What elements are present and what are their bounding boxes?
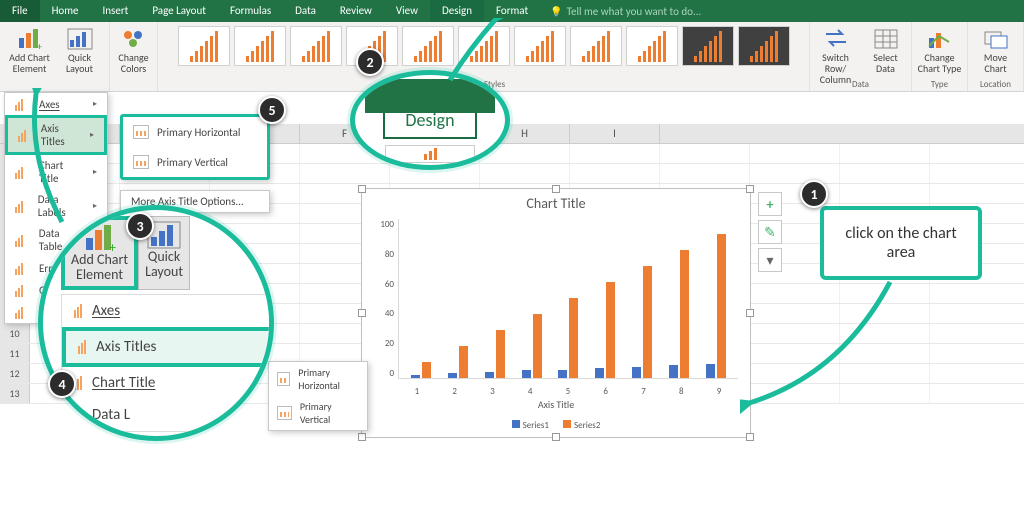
zoom-menu-data-l: Data L — [62, 399, 274, 431]
chart-style-thumb[interactable] — [178, 26, 230, 66]
axis-h-icon — [133, 125, 149, 139]
chart-styles-brush[interactable]: ✎ — [758, 220, 782, 244]
callout-design-tab: Design — [350, 70, 510, 170]
callout-add-element-zoom: + Add Chart Element Quick Layout Axes▸ A… — [38, 205, 274, 441]
type-group-label: Type — [912, 79, 967, 90]
tell-me[interactable]: Tell me what you want to do... — [540, 5, 701, 18]
grid-icon — [873, 28, 899, 50]
x-axis: 123456789 — [398, 386, 738, 397]
chart-title[interactable]: Chart Title — [362, 195, 750, 212]
quick-layout-button[interactable]: Quick Layout — [55, 24, 105, 74]
chart-style-thumb[interactable] — [234, 26, 286, 66]
y-axis: 100806040200 — [370, 219, 394, 379]
chart-type-icon — [927, 28, 953, 50]
ribbon-tabs: File Home Insert Page Layout Formulas Da… — [0, 0, 1024, 22]
callout-note: click on the chart area — [820, 206, 982, 280]
zoom-menu-axis-titles: Axis Titles▸ — [62, 327, 274, 367]
badge-4: 4 — [48, 370, 76, 398]
chart-style-thumb[interactable] — [682, 26, 734, 66]
layout-icon — [67, 28, 93, 50]
tab-design[interactable]: Design — [430, 0, 484, 22]
palette-icon — [121, 28, 147, 50]
location-group-label: Location — [968, 79, 1023, 90]
primary-vertical[interactable]: Primary Vertical — [123, 147, 267, 177]
menu-axis-titles[interactable]: Axis Titles▸ — [5, 115, 107, 155]
select-data-button[interactable]: Select Data — [861, 24, 911, 85]
column-chart-icon: + — [17, 28, 43, 50]
axis-v-icon — [133, 155, 149, 169]
tab-file[interactable]: File — [0, 0, 40, 22]
plot-area[interactable] — [398, 219, 738, 379]
add-chart-element-button[interactable]: + Add Chart Element — [5, 24, 55, 74]
error-bars-icon — [15, 261, 31, 275]
chart-style-thumb[interactable] — [290, 26, 342, 66]
badge-1: 1 — [800, 180, 828, 208]
legend-icon — [15, 305, 31, 319]
switch-row-column-button[interactable]: Switch Row/ Column — [811, 24, 861, 85]
tab-insert[interactable]: Insert — [91, 0, 141, 22]
zoom-menu-axes: Axes▸ — [62, 295, 274, 327]
x-axis-title[interactable]: Axis Title — [362, 398, 750, 411]
tab-data[interactable]: Data — [283, 0, 328, 22]
data-group-label: Data — [810, 79, 911, 90]
badge-3: 3 — [126, 212, 154, 240]
chart-styles-gallery[interactable] — [176, 23, 792, 69]
chart-style-thumb[interactable] — [458, 26, 510, 66]
data-labels-icon — [15, 199, 30, 213]
chart-side-buttons: + ✎ ▾ — [758, 192, 782, 272]
badge-2: 2 — [356, 48, 384, 76]
chart-filter[interactable]: ▾ — [758, 248, 782, 272]
badge-5: 5 — [258, 96, 286, 124]
tab-format[interactable]: Format — [484, 0, 540, 22]
ribbon: + Add Chart Element Quick Layout Change … — [0, 22, 1024, 92]
zoom-menu-chart-title: Chart Title▸ — [62, 367, 274, 399]
tab-page-layout[interactable]: Page Layout — [140, 0, 218, 22]
chart-style-thumb[interactable] — [514, 26, 566, 66]
chart-style-thumb[interactable] — [626, 26, 678, 66]
change-colors-button[interactable]: Change Colors — [109, 24, 159, 74]
gridlines-icon — [15, 283, 31, 297]
change-chart-type-button[interactable]: Change Chart Type — [915, 24, 965, 74]
chart-style-thumb[interactable] — [402, 26, 454, 66]
tab-review[interactable]: Review — [328, 0, 384, 22]
axis-titles-submenu[interactable]: Primary Horizontal Primary Vertical — [120, 114, 270, 180]
legend[interactable]: Series1 Series2 — [362, 420, 750, 431]
chart-elements-plus[interactable]: + — [758, 192, 782, 216]
axis-titles-icon — [18, 128, 33, 142]
chart-style-thumb[interactable] — [738, 26, 790, 66]
chart-title-icon — [15, 165, 31, 179]
menu-chart-title[interactable]: Chart Title▸ — [5, 155, 107, 189]
switch-icon — [823, 28, 849, 50]
move-icon — [983, 28, 1009, 50]
axis-titles-submenu-mini: Primary Horizontal Primary Vertical — [268, 361, 368, 431]
tab-formulas[interactable]: Formulas — [218, 0, 283, 22]
menu-axes[interactable]: Axes▸ — [5, 93, 107, 115]
tab-home[interactable]: Home — [40, 0, 91, 22]
chart[interactable]: Chart Title 100806040200 123456789 Axis … — [361, 188, 751, 438]
move-chart-button[interactable]: Move Chart — [971, 24, 1021, 74]
data-table-icon — [15, 233, 31, 247]
chart-style-thumb[interactable] — [570, 26, 622, 66]
tab-view[interactable]: View — [384, 0, 430, 22]
axes-icon — [15, 97, 31, 111]
svg-text:+: + — [37, 40, 42, 50]
primary-horizontal[interactable]: Primary Horizontal — [123, 117, 267, 147]
